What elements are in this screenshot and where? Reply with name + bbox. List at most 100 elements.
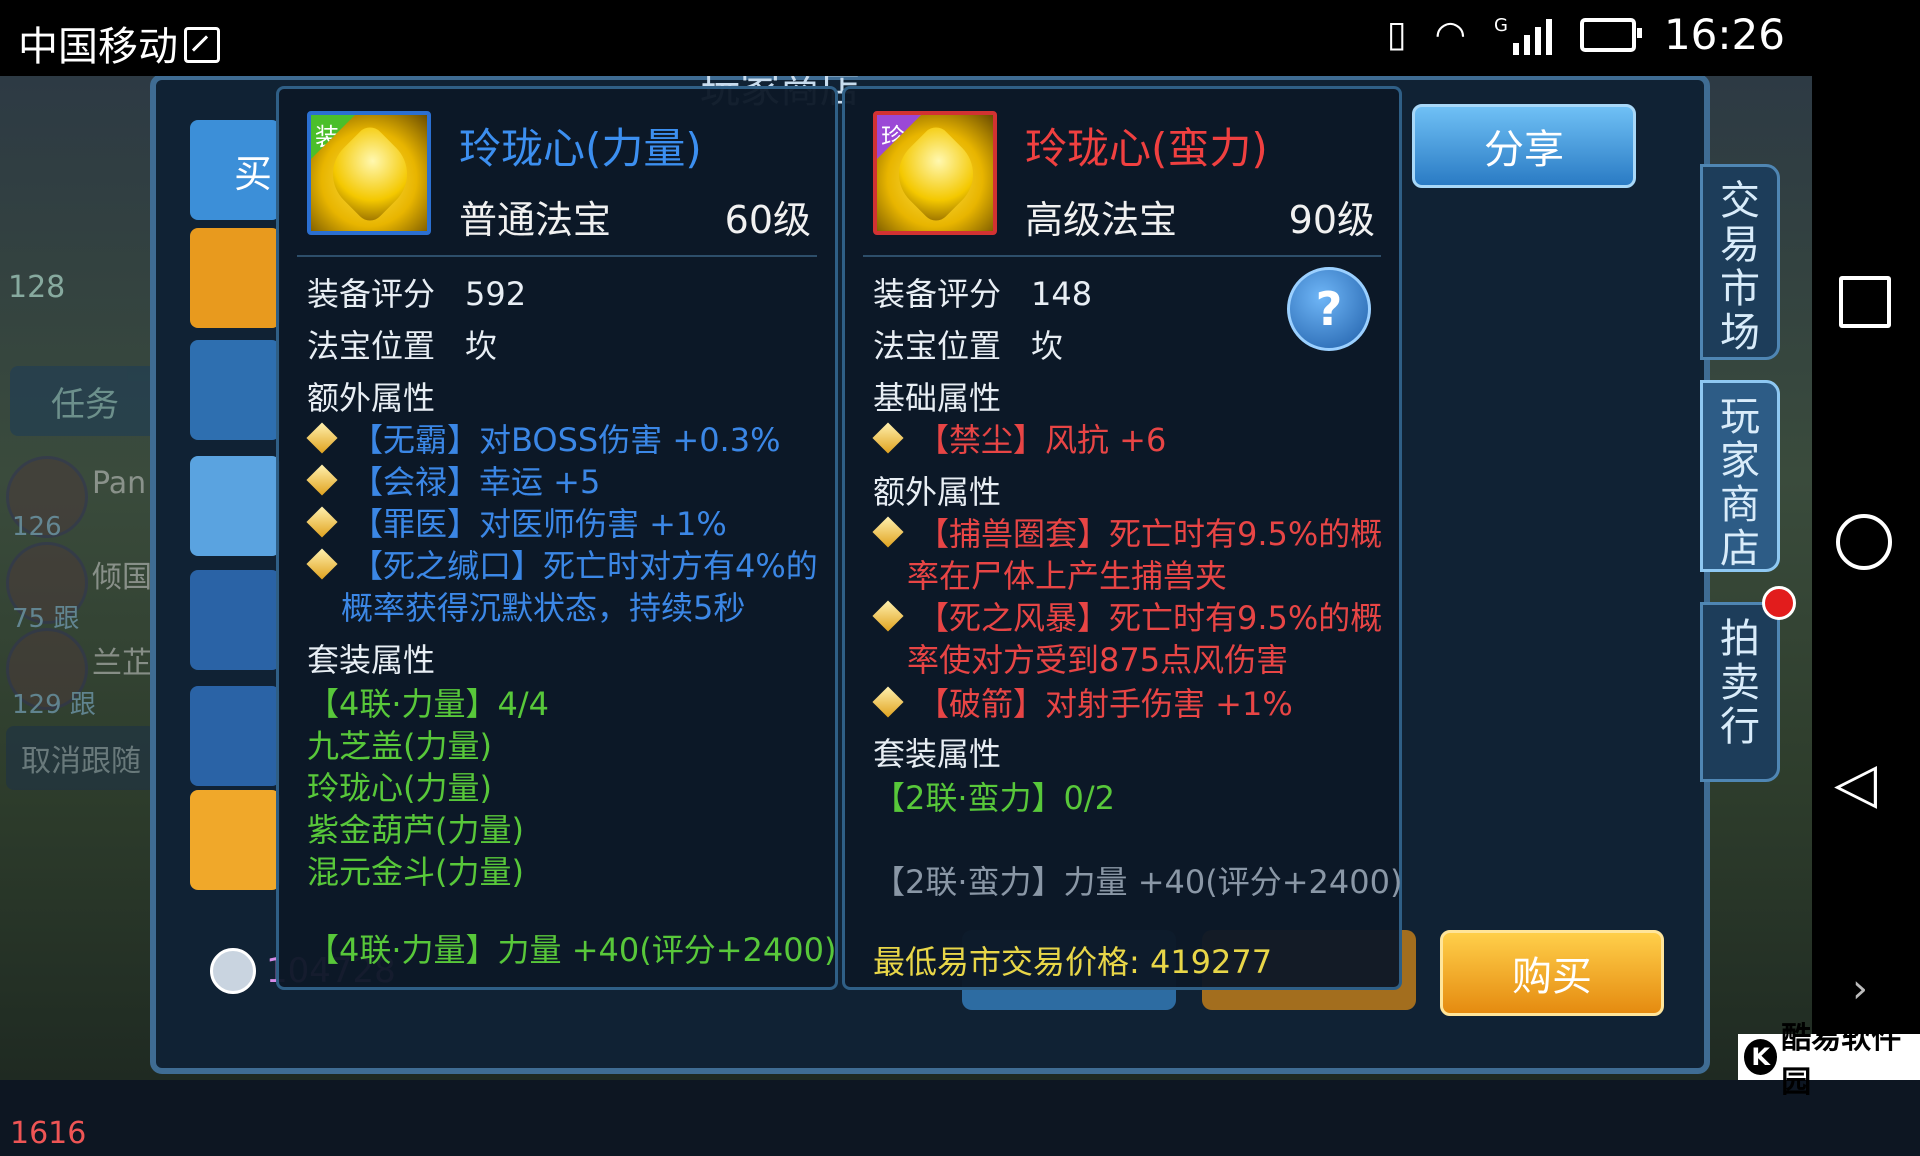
extra-attr: 【捕兽圈套】死亡时有9.5%的概 [872,509,1382,555]
diamond-icon [872,600,904,632]
system-nav-bar: ◁ › [1812,76,1920,1080]
party-member[interactable]: 兰芷 129 跟 [6,628,166,720]
left-hud: 128 任务 Pan 126 倾国 75 跟 兰芷 129 跟 取消跟随 [0,156,170,1156]
party-member[interactable]: Pan 126 [6,456,166,546]
share-button[interactable]: 分享 [1412,104,1636,188]
home-icon[interactable] [1836,514,1892,570]
extra-attr-continued: 概率获得沉默状态，持续5秒 [341,589,746,627]
item-type: 高级法宝 [1025,198,1178,242]
cancel-follow-button[interactable]: 取消跟随 [6,726,156,790]
position-label: 法宝位置 [307,327,436,365]
footer-text: 1616 [10,1116,87,1151]
side-tab-auction[interactable]: 拍卖行 [1700,602,1780,782]
watermark-text: 酷易软件园 [1781,1021,1902,1100]
diamond-icon [306,548,338,580]
item-tooltip-left: 装 玲珑心(力量) 普通法宝 60级 装备评分 592 法宝位置坎 额外属性 【无… [276,86,838,990]
position-value: 坎 [1031,327,1064,365]
diamond-icon [306,422,338,454]
set-attr-heading: 套装属性 [873,735,1002,773]
side-tab-player-shop[interactable]: 玩家商店 [1700,380,1780,572]
shop-category-column: 买 [190,120,280,890]
category-tab[interactable] [190,790,280,890]
party-member-name: Pan [92,466,147,501]
set-bonus: 【4联·力量】力量 +40(评分+2400) [307,931,837,969]
extra-attr: 【破箭】对射手伤害 +1% [872,679,1293,725]
party-member-name: 兰芷 [92,646,152,681]
score-row: 装备评分 148 [873,269,1092,315]
vibrate-icon: ▯ [1386,14,1407,55]
heart-gem-icon [883,121,989,227]
extra-attr-heading: 额外属性 [307,379,436,417]
chevron-right-icon[interactable]: › [1852,966,1868,1012]
category-tab[interactable] [190,570,280,670]
category-tab[interactable] [190,228,280,328]
extra-attr-continued: 率在尸体上产生捕兽夹 [907,557,1228,595]
party-member-level: 126 [12,512,62,542]
divider [863,255,1381,257]
status-icons: ▯ ◠ G 16:26 [1387,10,1785,59]
extra-attr: 【会禄】幸运 +5 [306,457,600,503]
set-item: 玲珑心(力量) [307,769,492,807]
extra-attr: 【死之风暴】死亡时有9.5%的概 [872,593,1382,639]
base-attr-heading: 基础属性 [873,379,1002,417]
back-icon[interactable]: ◁ [1834,756,1877,812]
item-level: 60级 [724,198,811,242]
item-type: 普通法宝 [459,198,612,242]
set-bonus: 【2联·蛮力】力量 +40(评分+2400) [873,863,1403,901]
clock: 16:26 [1663,10,1785,59]
item-icon: 珍 [873,111,997,235]
category-tab[interactable] [190,456,280,556]
divider [297,255,817,257]
battery-icon [1579,17,1642,52]
set-item: 紫金葫芦(力量) [307,811,524,849]
signal-icon: G [1494,15,1552,55]
watermark-logo-icon: K [1744,1039,1778,1075]
buy-button[interactable]: 购买 [1440,930,1664,1016]
watermark: K 酷易软件园 [1738,1021,1920,1100]
extra-attr-heading: 额外属性 [873,473,1002,511]
position-row: 法宝位置坎 [307,321,497,367]
diamond-icon [872,686,904,718]
party-member-name: 倾国 [92,560,152,595]
task-button[interactable]: 任务 [10,366,160,436]
position-row: 法宝位置坎 [873,321,1063,367]
extra-attr-continued: 率使对方受到875点风伤害 [907,641,1289,679]
set-item: 九芝盖(力量) [307,727,492,765]
set-item: 混元金斗(力量) [307,853,524,891]
score-value: 148 [1031,275,1093,313]
diamond-icon [872,422,904,454]
item-name: 玲珑心(力量) [459,124,702,173]
diamond-icon [306,506,338,538]
recent-apps-icon[interactable] [1839,276,1891,328]
diamond-icon [306,464,338,496]
score-label: 装备评分 [873,275,1002,313]
extra-attr: 【无霸】对BOSS伤害 +0.3% [306,415,781,461]
item-tooltip-right: 珍 玲珑心(蛮力) 高级法宝 90级 ? 装备评分 148 法宝位置坎 基础属性 … [842,86,1402,990]
coin-icon [210,948,256,994]
score-value: 592 [465,275,527,313]
item-icon: 装 [307,111,431,235]
heart-gem-icon [317,121,423,227]
help-button[interactable]: ? [1287,267,1371,351]
category-tab[interactable] [190,686,280,786]
buy-tab[interactable]: 买 [190,120,280,220]
party-member[interactable]: 倾国 75 跟 [6,542,166,634]
notification-dot [1762,586,1796,620]
wifi-icon: ◠ [1434,14,1466,55]
category-tab[interactable] [190,340,280,440]
status-bar: 中国移动 ▯ ◠ G 16:26 [0,0,1920,76]
position-value: 坎 [465,327,498,365]
extra-attr: 【罪医】对医师伤害 +1% [306,499,727,545]
set-name: 【2联·蛮力】0/2 [873,779,1116,817]
set-attr-heading: 套装属性 [307,641,436,679]
position-label: 法宝位置 [873,327,1002,365]
side-tab-trade-market[interactable]: 交易市场 [1700,164,1780,360]
item-level: 90级 [1288,198,1375,242]
party-member-level: 129 跟 [12,690,96,720]
carrier-label: 中国移动 [18,14,220,72]
extra-attr: 【死之缄口】死亡时对方有4%的 [306,541,818,587]
set-name: 【4联·力量】4/4 [307,685,550,723]
sim-icon [184,27,220,63]
diamond-icon [872,516,904,548]
score-label: 装备评分 [307,275,436,313]
